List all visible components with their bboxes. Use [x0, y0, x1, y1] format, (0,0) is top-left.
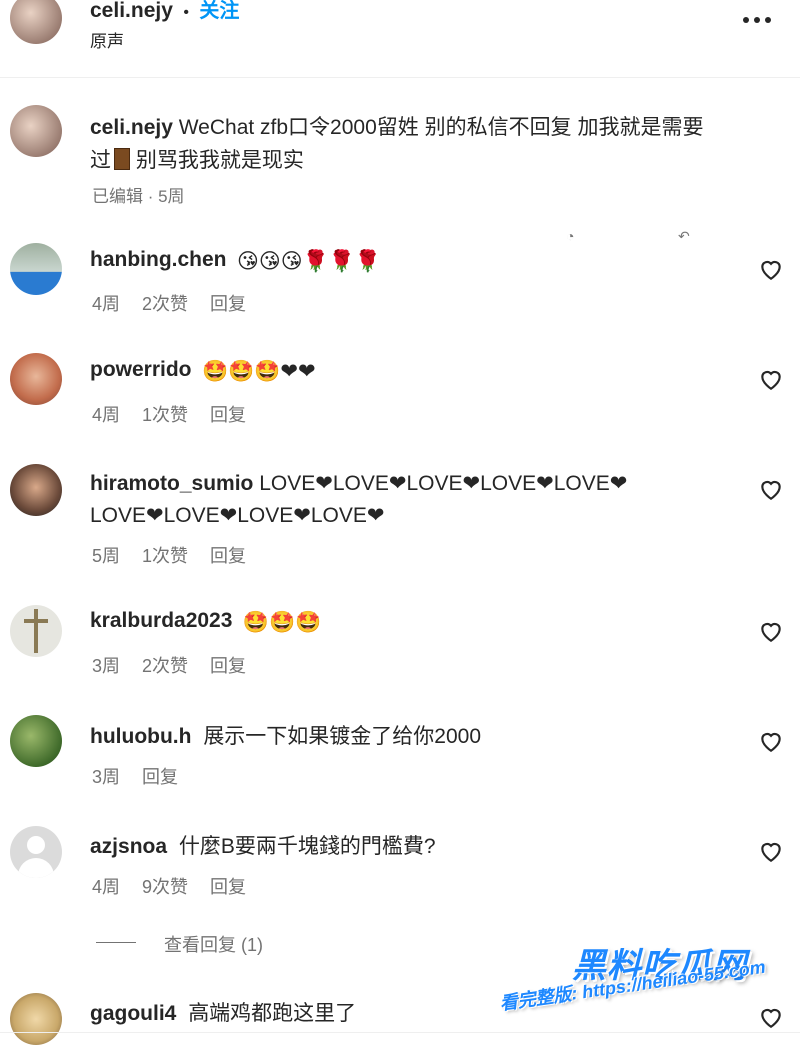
- comment-avatar[interactable]: [10, 715, 62, 767]
- reply-button[interactable]: 回复: [210, 542, 246, 568]
- comment-likes[interactable]: 2次赞: [142, 290, 188, 316]
- header-divider: [0, 77, 800, 78]
- comment-body: azjsnoa 什麼B要兩千塊錢的門檻費?: [90, 830, 436, 860]
- caption-line2-b: 别骂我我就是现实: [130, 149, 304, 172]
- comment-body: gagouli4 高端鸡都跑这里了: [90, 997, 356, 1027]
- post-author-avatar[interactable]: [10, 0, 62, 44]
- comment-meta: 3周 2次赞 回复: [92, 652, 246, 678]
- artifact-icon-1: ◔: [566, 228, 575, 244]
- comment-text-line1: LOVE❤LOVE❤LOVE❤LOVE❤LOVE❤: [259, 472, 628, 495]
- comment-avatar[interactable]: [10, 464, 62, 516]
- comment-time: 5周: [92, 546, 121, 566]
- caption-username[interactable]: celi.nejy: [90, 116, 173, 139]
- door-icon: [114, 148, 130, 170]
- comment-body: huluobu.h 展示一下如果镀金了给你2000: [90, 720, 481, 750]
- reply-button[interactable]: 回复: [210, 290, 246, 316]
- reply-button[interactable]: 回复: [210, 873, 246, 899]
- comment-time: 3周: [92, 656, 121, 676]
- like-heart-icon[interactable]: [758, 729, 784, 753]
- view-replies-line: [96, 942, 136, 943]
- comment-meta: 3周 回复: [92, 763, 178, 789]
- comment-emoji: 🤩🤩🤩: [242, 611, 322, 634]
- comment-meta: 4周 2次赞 回复: [92, 290, 246, 316]
- comment-username[interactable]: powerrido: [90, 358, 192, 381]
- comment-text: 展示一下如果镀金了给你2000: [203, 725, 482, 748]
- caption-line1: WeChat zfb口令2000留姓 别的私信不回复 加我就是需要: [178, 116, 704, 139]
- comment-avatar[interactable]: [10, 243, 62, 295]
- comment-likes[interactable]: 1次赞: [142, 401, 188, 427]
- comment-avatar[interactable]: [10, 353, 62, 405]
- post-author-username[interactable]: celi.nejy: [90, 0, 173, 22]
- bottom-divider: [0, 1032, 800, 1033]
- comment-username[interactable]: hiramoto_sumio: [90, 472, 253, 495]
- caption-text: celi.nejy WeChat zfb口令2000留姓 别的私信不回复 加我就…: [90, 111, 770, 177]
- post-author-row: celi.nejy • 关注: [90, 0, 239, 23]
- comment-username[interactable]: hanbing.chen: [90, 248, 227, 271]
- comment-body: hanbing.chen 😘😘😘🌹🌹🌹: [90, 248, 381, 272]
- comment-likes[interactable]: 2次赞: [142, 652, 188, 678]
- reply-button[interactable]: 回复: [142, 763, 178, 789]
- caption-meta: 已编辑 · 5周: [92, 187, 185, 206]
- comment-username[interactable]: huluobu.h: [90, 725, 191, 748]
- like-heart-icon[interactable]: [758, 1005, 784, 1029]
- comment-meta: 4周 1次赞 回复: [92, 401, 246, 427]
- comment-likes[interactable]: 1次赞: [142, 542, 188, 568]
- comment-time: 4周: [92, 877, 121, 897]
- comment-emoji: 😘😘😘🌹🌹🌹: [236, 250, 382, 273]
- comment-time: 4周: [92, 405, 121, 425]
- like-heart-icon[interactable]: [758, 367, 784, 391]
- comment-avatar[interactable]: [10, 605, 62, 657]
- reply-button[interactable]: 回复: [210, 652, 246, 678]
- follow-button[interactable]: 关注: [199, 0, 239, 22]
- comment-text: 什麼B要兩千塊錢的門檻費?: [178, 835, 436, 858]
- like-heart-icon[interactable]: [758, 839, 784, 863]
- like-heart-icon[interactable]: [758, 477, 784, 501]
- comment-body: hiramoto_sumio LOVE❤LOVE❤LOVE❤LOVE❤LOVE❤…: [90, 468, 627, 532]
- comment-meta: 4周 9次赞 回复: [92, 873, 246, 899]
- separator-dot: •: [183, 4, 189, 21]
- comment-meta: 5周 1次赞 回复: [92, 542, 246, 568]
- comment-username[interactable]: kralburda2023: [90, 609, 232, 632]
- audio-label[interactable]: 原声: [90, 27, 124, 52]
- caption-author-avatar[interactable]: [10, 105, 62, 157]
- comment-time: 3周: [92, 767, 121, 787]
- caption-line2-a: 过: [90, 149, 111, 172]
- comment-avatar[interactable]: [10, 993, 62, 1045]
- comment-text: 高端鸡都跑这里了: [188, 1002, 357, 1025]
- comment-emoji: 🤩🤩🤩❤❤: [201, 360, 316, 383]
- more-horizontal-icon[interactable]: [742, 10, 772, 30]
- comment-text-line2: LOVE❤LOVE❤LOVE❤LOVE❤: [90, 504, 385, 527]
- comment-body: kralburda2023 🤩🤩🤩: [90, 609, 321, 633]
- comment-time: 4周: [92, 294, 121, 314]
- cross-icon: [34, 609, 38, 653]
- comment-username[interactable]: azjsnoa: [90, 835, 167, 858]
- reply-button[interactable]: 回复: [210, 401, 246, 427]
- like-heart-icon[interactable]: [758, 257, 784, 281]
- comment-likes[interactable]: 9次赞: [142, 873, 188, 899]
- like-heart-icon[interactable]: [758, 619, 784, 643]
- comment-body: powerrido 🤩🤩🤩❤❤: [90, 358, 316, 382]
- comment-username[interactable]: gagouli4: [90, 1002, 176, 1025]
- default-avatar-icon[interactable]: [10, 826, 62, 878]
- artifact-icon-2: ↶: [678, 228, 690, 244]
- view-replies-button[interactable]: 查看回复 (1): [164, 931, 263, 957]
